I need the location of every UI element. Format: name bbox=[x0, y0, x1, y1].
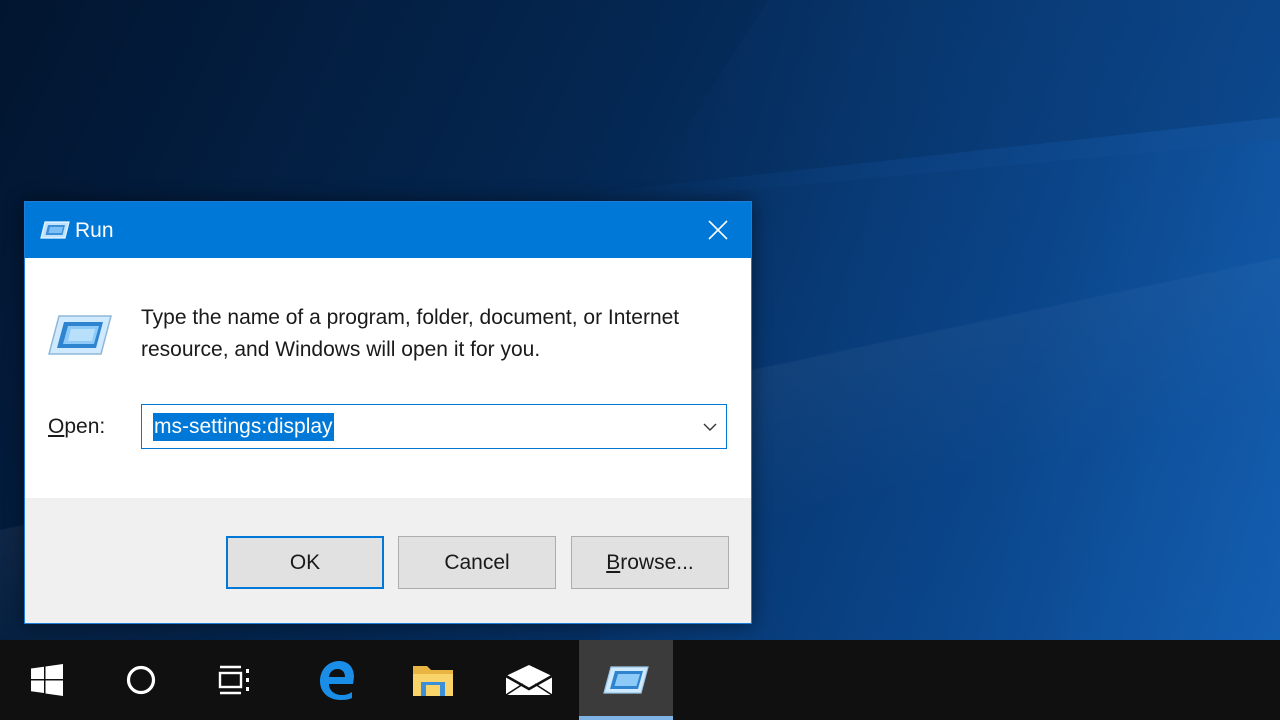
dialog-title: Run bbox=[75, 219, 114, 242]
dialog-content: Type the name of a program, folder, docu… bbox=[25, 258, 751, 498]
start-button[interactable] bbox=[0, 640, 94, 720]
open-combobox[interactable]: ms-settings:display bbox=[141, 404, 727, 449]
taskbar bbox=[0, 640, 1280, 720]
mail-icon bbox=[505, 665, 553, 696]
browse-button[interactable]: Browse... bbox=[571, 536, 729, 589]
dialog-description: Type the name of a program, folder, docu… bbox=[141, 306, 680, 361]
ok-button[interactable]: OK bbox=[226, 536, 384, 589]
cortana-search-icon bbox=[126, 665, 156, 695]
cortana-button[interactable] bbox=[94, 640, 188, 720]
edge-button[interactable] bbox=[290, 640, 384, 720]
windows-start-icon bbox=[31, 664, 63, 696]
mail-button[interactable] bbox=[482, 640, 576, 720]
task-view-button[interactable] bbox=[188, 640, 282, 720]
cancel-button[interactable]: Cancel bbox=[398, 536, 556, 589]
open-label-text: pen: bbox=[64, 415, 106, 438]
title-bar[interactable]: Run bbox=[25, 202, 751, 258]
run-app-icon bbox=[39, 220, 71, 240]
run-dialog: Run Type the name of a program, folder, … bbox=[24, 201, 752, 624]
file-explorer-icon bbox=[413, 666, 453, 696]
close-button[interactable] bbox=[685, 202, 751, 258]
task-view-icon bbox=[218, 665, 249, 695]
run-app-icon bbox=[603, 666, 649, 694]
file-explorer-button[interactable] bbox=[386, 640, 480, 720]
run-taskbar-button[interactable] bbox=[579, 640, 673, 720]
browse-label: rowse... bbox=[620, 550, 694, 574]
dialog-footer: OK Cancel Browse... bbox=[25, 498, 751, 623]
run-large-icon bbox=[47, 314, 113, 356]
browse-accelerator: B bbox=[606, 550, 621, 574]
open-label-accelerator: O bbox=[48, 415, 65, 438]
edge-browser-icon bbox=[320, 661, 354, 700]
close-icon bbox=[708, 220, 728, 240]
open-input[interactable]: ms-settings:display bbox=[153, 413, 334, 441]
dropdown-button[interactable] bbox=[702, 419, 718, 435]
open-label: Open: bbox=[48, 415, 105, 439]
chevron-down-icon bbox=[703, 423, 717, 431]
